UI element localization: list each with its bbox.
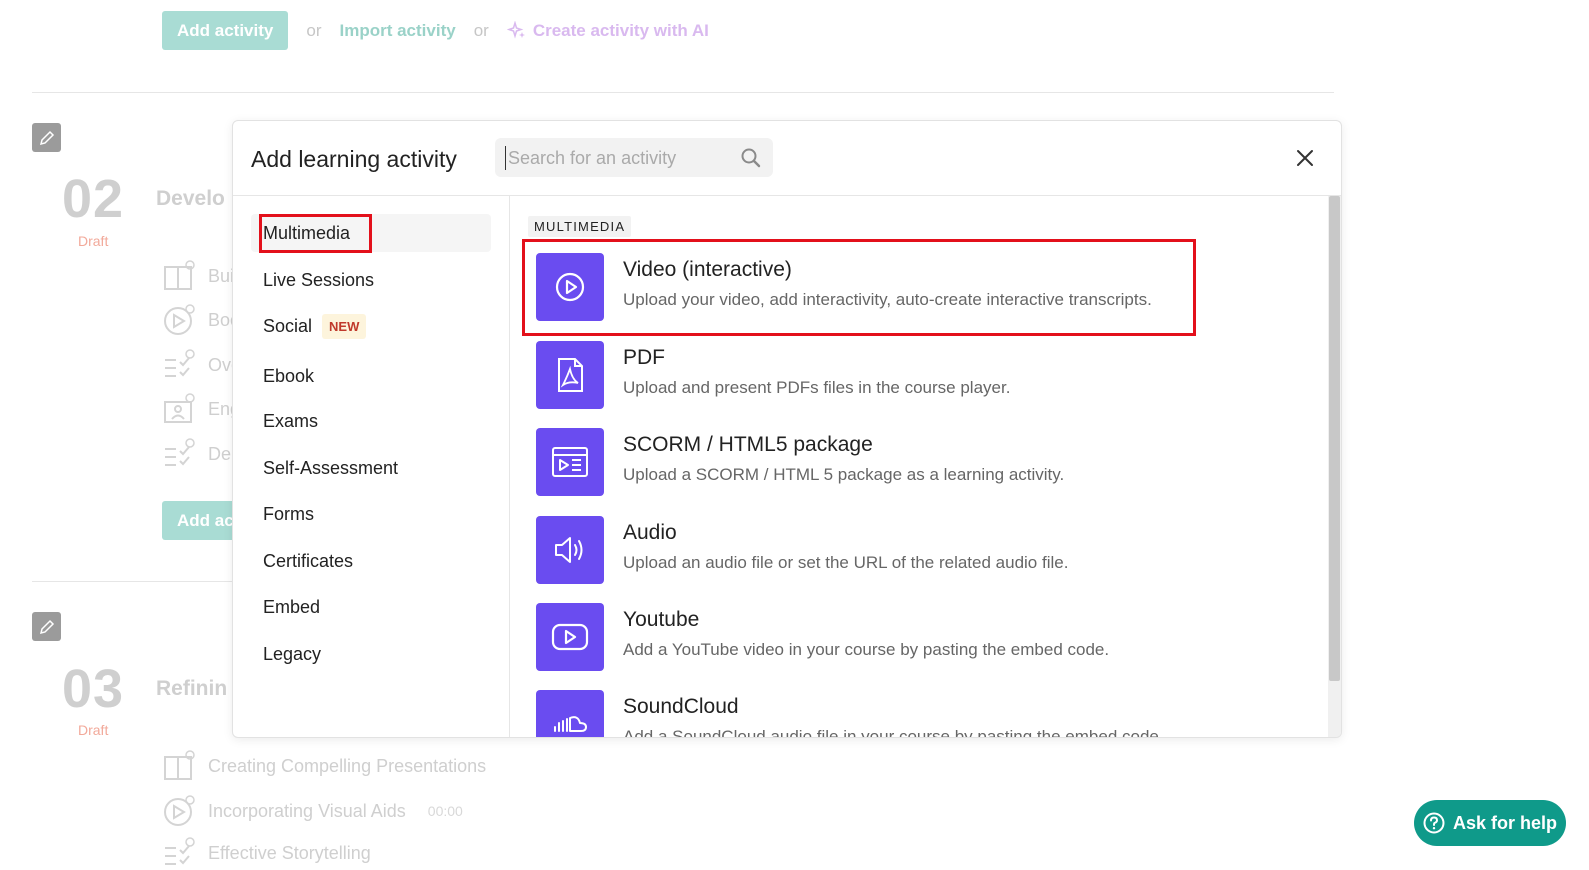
category-sidebar: Multimedia Live Sessions Social NEW Eboo… [233, 196, 510, 737]
activity-card-soundcloud[interactable]: SoundCloud Add a SoundCloud audio file i… [536, 690, 1176, 737]
activity-title: Audio [623, 521, 677, 544]
modal-header: Add learning activity [233, 121, 1341, 196]
category-self-assessment[interactable]: Self-Assessment [251, 449, 491, 487]
video-icon [162, 303, 196, 337]
category-forms[interactable]: Forms [251, 495, 491, 533]
activity-card-video[interactable]: Video (interactive) Upload your video, a… [536, 253, 1176, 323]
section-divider [32, 92, 1334, 93]
activity-row[interactable]: Boo [162, 303, 240, 337]
pdf-icon [536, 341, 604, 409]
ebook-icon [162, 749, 196, 783]
activity-label: Bui [208, 265, 235, 286]
activity-title: Video (interactive) [623, 258, 792, 281]
ebook-icon [162, 259, 196, 293]
checklist-icon [162, 437, 196, 471]
section-status: Draft [78, 233, 109, 249]
ask-for-help-button[interactable]: Ask for help [1414, 800, 1566, 846]
category-social[interactable]: Social NEW [251, 307, 491, 345]
activity-description: Add a YouTube video in your course by pa… [623, 640, 1110, 659]
activity-description: Upload an audio file or set the URL of t… [623, 553, 1069, 572]
category-ebook[interactable]: Ebook [251, 357, 491, 395]
activity-row[interactable]: Del [162, 437, 235, 471]
category-label: Exams [263, 410, 319, 431]
activity-card-scorm[interactable]: SCORM / HTML5 package Upload a SCORM / H… [536, 428, 1176, 498]
category-label: Forms [263, 503, 314, 524]
category-label: Ebook [263, 365, 315, 386]
activity-card-pdf[interactable]: PDF Upload and present PDFs files in the… [536, 341, 1176, 411]
activity-title: PDF [623, 346, 665, 369]
section-title[interactable]: Refinin [156, 677, 227, 701]
activity-actions-bar: Add activity or Import activity or Creat… [162, 11, 709, 50]
search-input[interactable] [505, 146, 730, 170]
activity-label: Creating Compelling Presentations [208, 755, 487, 776]
category-live-sessions[interactable]: Live Sessions [251, 261, 491, 299]
soundcloud-icon [536, 690, 604, 737]
scorm-icon [536, 428, 604, 496]
search-box [495, 138, 773, 177]
edit-section-button[interactable] [32, 123, 61, 152]
create-with-ai-link[interactable]: Create activity with AI [506, 20, 709, 41]
category-label: Live Sessions [263, 269, 375, 290]
category-label: Self-Assessment [263, 457, 399, 478]
contact-icon [162, 392, 196, 426]
section-number: 03 [62, 659, 125, 719]
pencil-icon [39, 619, 54, 634]
activity-list: MULTIMEDIA Video (interactive) Upload yo… [510, 196, 1328, 737]
activity-card-youtube[interactable]: Youtube Add a YouTube video in your cour… [536, 603, 1176, 673]
category-embed[interactable]: Embed [251, 588, 491, 626]
category-label: Multimedia [263, 222, 351, 243]
activity-title: SoundCloud [623, 695, 739, 718]
edit-section-button[interactable] [32, 612, 61, 641]
or-separator: or [306, 20, 322, 40]
create-with-ai-label: Create activity with AI [532, 20, 709, 40]
activity-description: Upload a SCORM / HTML 5 package as a lea… [623, 465, 1065, 484]
activity-title: Youtube [623, 608, 700, 631]
section-number: 02 [62, 169, 125, 229]
activity-description: Add a SoundCloud audio file in your cour… [623, 727, 1164, 737]
modal-title: Add learning activity [251, 146, 457, 172]
category-multimedia[interactable]: Multimedia [251, 214, 491, 252]
pencil-icon [39, 130, 54, 145]
activity-title: SCORM / HTML5 package [623, 433, 873, 456]
category-label: Legacy [263, 643, 322, 664]
category-label: Embed [263, 596, 321, 617]
video-icon [162, 794, 196, 828]
activity-row[interactable]: Bui [162, 259, 234, 293]
section-heading: MULTIMEDIA [528, 216, 632, 237]
help-label: Ask for help [1452, 812, 1558, 833]
close-icon[interactable] [1293, 146, 1317, 170]
activity-row[interactable]: Creating Compelling Presentations [162, 749, 486, 783]
or-separator: or [473, 20, 489, 40]
category-exams[interactable]: Exams [251, 402, 491, 440]
search-icon[interactable] [740, 147, 762, 169]
play-circle-icon [536, 253, 604, 321]
activity-description: Upload and present PDFs files in the cou… [623, 378, 1011, 397]
add-learning-activity-modal: Add learning activity Multimedia Live Se… [232, 120, 1342, 738]
category-label: Certificates [263, 550, 354, 571]
help-circle-icon [1423, 812, 1445, 834]
scrollbar[interactable] [1328, 196, 1341, 737]
activity-row[interactable]: Eng [162, 392, 240, 426]
activity-duration: 00:00 [427, 803, 463, 819]
new-badge: NEW [322, 313, 367, 339]
activity-description: Upload your video, add interactivity, au… [623, 290, 1152, 309]
section-title[interactable]: Develo [156, 187, 225, 211]
add-activity-button[interactable]: Add activity [162, 11, 289, 50]
activity-row[interactable]: Incorporating Visual Aids 00:00 [162, 794, 463, 828]
sparkle-icon [506, 20, 525, 39]
activity-label: Effective Storytelling [208, 842, 371, 863]
activity-label: Del [208, 443, 236, 464]
activity-row[interactable]: Ove [162, 348, 241, 382]
speaker-icon [536, 516, 604, 584]
checklist-icon [162, 348, 196, 382]
category-certificates[interactable]: Certificates [251, 542, 491, 580]
youtube-icon [536, 603, 604, 671]
activity-label: Incorporating Visual Aids [208, 800, 406, 821]
category-label: Social [263, 315, 313, 336]
activity-card-audio[interactable]: Audio Upload an audio file or set the UR… [536, 516, 1176, 586]
scrollbar-thumb[interactable] [1329, 196, 1340, 681]
category-legacy[interactable]: Legacy [251, 635, 491, 673]
import-activity-link[interactable]: Import activity [339, 21, 455, 41]
section-status: Draft [78, 722, 109, 738]
